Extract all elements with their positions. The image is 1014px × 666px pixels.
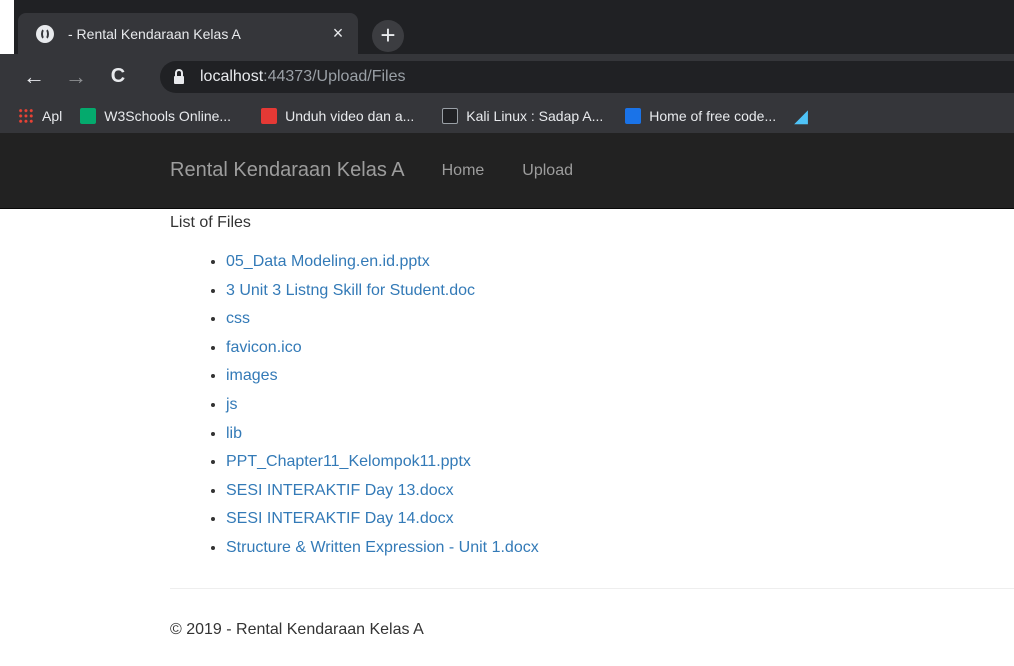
w3schools-icon	[80, 108, 97, 124]
list-item: images	[226, 362, 1014, 391]
browser-toolbar: ← → C localhost:44373/Upload/Files	[0, 54, 1014, 99]
bookmark-kali-linux[interactable]: Kali Linux : Sadap A...	[442, 108, 603, 124]
list-item: SESI INTERAKTIF Day 14.docx	[226, 505, 1014, 534]
bookmark-label: Apl	[42, 108, 63, 124]
nav-link-home[interactable]: Home	[442, 162, 485, 180]
footer-divider	[170, 587, 1014, 589]
list-item: SESI INTERAKTIF Day 13.docx	[226, 477, 1014, 506]
file-link[interactable]: 05_Data Modeling.en.id.pptx	[226, 253, 430, 270]
file-link[interactable]: images	[226, 367, 278, 384]
back-button[interactable]: ←	[16, 64, 52, 90]
bookmark-label: Kali Linux : Sadap A...	[466, 108, 604, 124]
list-item: lib	[226, 420, 1014, 449]
address-bar[interactable]: localhost:44373/Upload/Files	[160, 61, 1014, 93]
globe-icon	[36, 24, 54, 43]
bookmark-flutter[interactable]: ◢	[794, 106, 818, 126]
site-navbar: Rental Kendaraan Kelas A Home Upload	[0, 133, 1014, 209]
file-link[interactable]: SESI INTERAKTIF Day 14.docx	[226, 510, 454, 527]
bookmark-apps[interactable]: Apl	[18, 108, 62, 124]
browser-tab[interactable]: - Rental Kendaraan Kelas A ×	[18, 13, 358, 54]
tab-close-icon[interactable]: ×	[328, 23, 348, 44]
tab-title: - Rental Kendaraan Kelas A	[68, 25, 241, 42]
list-item: js	[226, 391, 1014, 420]
url-text: localhost:44373/Upload/Files	[200, 68, 405, 86]
file-list: 05_Data Modeling.en.id.pptx 3 Unit 3 Lis…	[170, 248, 1014, 563]
apps-grid-icon	[18, 108, 34, 124]
terminal-icon	[442, 108, 459, 124]
bookmark-w3schools[interactable]: W3Schools Online...	[80, 108, 231, 124]
reload-button[interactable]: C	[100, 65, 136, 88]
main-content: List of Files 05_Data Modeling.en.id.ppt…	[0, 214, 1014, 639]
list-item: PPT_Chapter11_Kelompok11.pptx	[226, 448, 1014, 477]
download-icon	[261, 108, 278, 124]
lock-icon	[174, 68, 184, 84]
forward-button[interactable]: →	[58, 64, 94, 90]
file-link[interactable]: js	[226, 396, 238, 413]
list-item: 3 Unit 3 Listng Skill for Student.doc	[226, 277, 1014, 306]
bookmark-free-code[interactable]: Home of free code...	[625, 108, 776, 124]
page-heading: List of Files	[170, 214, 251, 231]
file-link[interactable]: favicon.ico	[226, 339, 302, 356]
file-link[interactable]: PPT_Chapter11_Kelompok11.pptx	[226, 453, 471, 470]
list-item: css	[226, 305, 1014, 334]
code-icon	[625, 108, 642, 124]
site-brand[interactable]: Rental Kendaraan Kelas A	[170, 159, 405, 182]
list-item: favicon.ico	[226, 334, 1014, 363]
window-edge	[0, 0, 14, 54]
browser-tabstrip: - Rental Kendaraan Kelas A × +	[0, 0, 1014, 54]
file-link[interactable]: Structure & Written Expression - Unit 1.…	[226, 539, 539, 556]
file-link[interactable]: lib	[226, 425, 242, 442]
file-link[interactable]: SESI INTERAKTIF Day 13.docx	[226, 482, 454, 499]
list-item: Structure & Written Expression - Unit 1.…	[226, 534, 1014, 563]
new-tab-button[interactable]: +	[372, 20, 404, 52]
file-link[interactable]: css	[226, 310, 250, 327]
nav-link-upload[interactable]: Upload	[522, 162, 573, 180]
list-item: 05_Data Modeling.en.id.pptx	[226, 248, 1014, 277]
bookmark-label: W3Schools Online...	[104, 108, 232, 124]
footer-copyright: © 2019 - Rental Kendaraan Kelas A	[170, 620, 424, 638]
bookmark-label: Unduh video dan a...	[285, 108, 415, 124]
bookmark-unduh-video[interactable]: Unduh video dan a...	[261, 108, 414, 124]
file-link[interactable]: 3 Unit 3 Listng Skill for Student.doc	[226, 282, 475, 299]
url-path: :44373/Upload/Files	[263, 68, 406, 85]
bookmark-label: Home of free code...	[649, 108, 777, 124]
url-host: localhost	[200, 68, 264, 85]
flutter-icon: ◢	[794, 106, 808, 126]
bookmarks-bar: Apl W3Schools Online... Unduh video dan …	[0, 99, 1014, 133]
